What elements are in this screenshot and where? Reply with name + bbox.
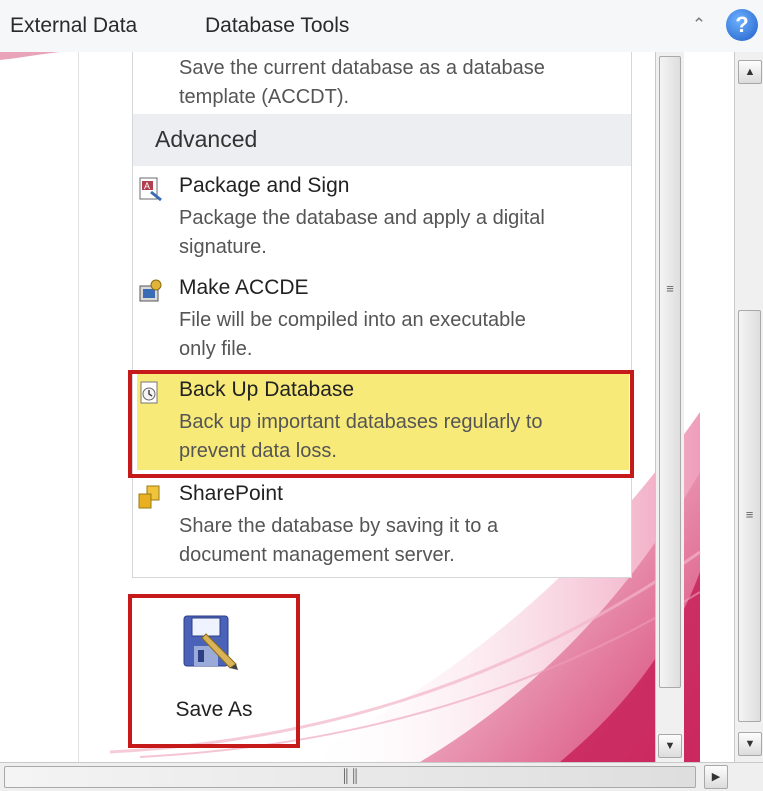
inner-scroll-thumb[interactable]: ≡ [659,56,681,688]
save-as-template-desc: Save the current database as a database … [179,57,545,108]
make-accde-icon [139,279,162,302]
options-panel: Save the current database as a database … [132,52,632,578]
option-make-accde[interactable]: Make ACCDE File will be compiled into an… [133,274,631,372]
package-sign-icon: A [139,177,162,202]
scroll-up-arrow-icon[interactable]: ▲ [738,60,762,84]
ribbon-tab-bar: External Data Database Tools ⌃ ? [0,0,763,53]
highlight-box-backup [128,370,634,478]
outer-scroll-thumb[interactable]: ≡ [738,310,761,722]
option-sharepoint[interactable]: SharePoint Share the database by saving … [133,480,631,578]
tab-external-data[interactable]: External Data [10,14,137,38]
scroll-down-arrow-icon[interactable]: ▼ [658,734,682,758]
chevron-up-icon[interactable]: ⌃ [688,15,710,37]
horizontal-scrollbar[interactable]: ║║ ▶ [0,762,763,791]
sharepoint-icon [138,485,160,509]
option-package-and-sign[interactable]: A Package and Sign Package the database … [133,172,631,270]
scroll-grip-icon: ≡ [745,507,754,522]
scroll-grip-icon: ≡ [666,281,674,296]
outer-vertical-scrollbar[interactable]: ▲ ≡ ▼ [734,52,763,762]
svg-text:A: A [144,181,150,191]
scroll-down-arrow-icon[interactable]: ▼ [738,732,762,756]
section-header-advanced: Advanced [133,114,631,166]
horizontal-scroll-thumb[interactable]: ║║ [4,766,696,788]
left-pane-divider [78,52,79,762]
highlight-box-save-as [128,594,300,748]
inner-vertical-scrollbar[interactable]: ≡ ▼ [655,52,684,762]
scroll-right-arrow-icon[interactable]: ▶ [704,765,728,789]
help-icon[interactable]: ? [726,9,758,41]
tab-database-tools[interactable]: Database Tools [205,14,349,38]
scroll-grip-icon: ║║ [341,768,360,783]
